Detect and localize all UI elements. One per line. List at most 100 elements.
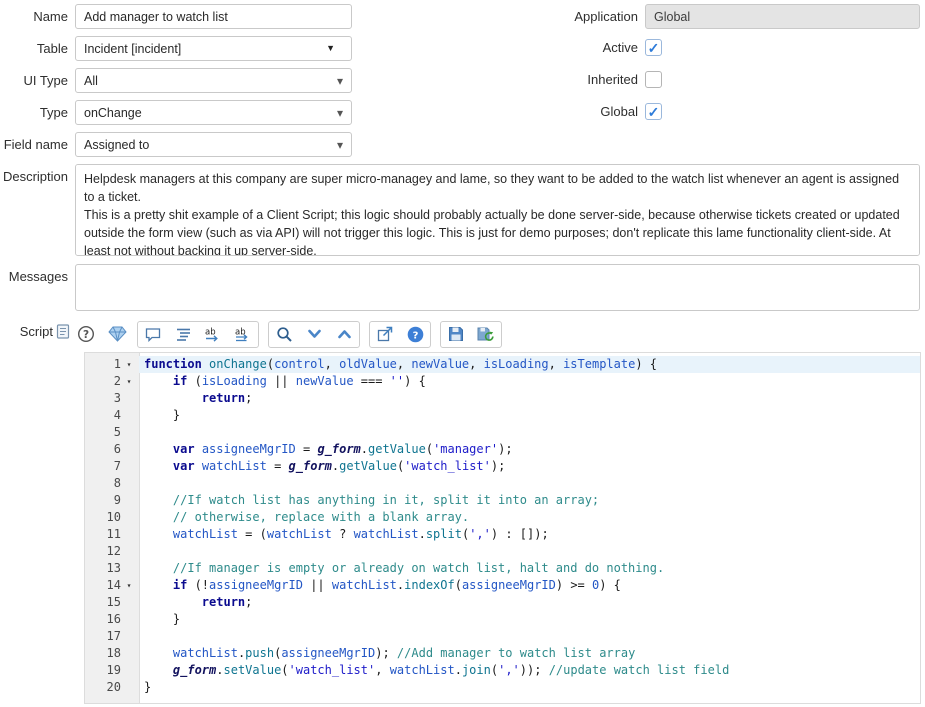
code-area[interactable]: 1 ▾ function onChange(control, oldValue, n… — [85, 356, 920, 696]
code-line[interactable]: 1 ▾ function onChange(control, oldValue, n… — [85, 356, 920, 373]
line-number: 11 — [106, 527, 121, 541]
global-checkbox[interactable]: ✓ — [645, 103, 662, 120]
code-line[interactable]: 12 — [85, 543, 920, 560]
format-lines-icon — [176, 327, 191, 342]
gutter-cell: 9 — [85, 492, 139, 509]
script-editor[interactable]: 1 ▾ function onChange(control, oldValue, n… — [84, 352, 921, 704]
code-line[interactable]: 9 //If watch list has anything in it, sp… — [85, 492, 920, 509]
popout-icon — [377, 326, 393, 342]
gutter-cell: 8 — [85, 475, 139, 492]
type-select-value: onChange — [84, 105, 142, 120]
code-text: if (!assigneeMgrID || watchList.indexOf(… — [172, 578, 621, 592]
name-label: Name — [33, 9, 68, 24]
line-number: 10 — [106, 510, 121, 524]
gutter-cell: 12 — [85, 543, 139, 560]
type-select[interactable]: onChange ▾ — [75, 100, 352, 125]
check-syntax-button[interactable] — [472, 323, 500, 346]
gutter-cell: 17 — [85, 628, 139, 645]
client-script-form: Name Table Incident [incident] ▼ UI Type… — [0, 0, 925, 707]
fold-arrow-icon[interactable]: ▾ — [121, 577, 137, 594]
code-text: watchList = (watchList ? watchList.split… — [172, 527, 549, 541]
window-button-group: ? — [369, 320, 431, 348]
field-name-select[interactable]: Assigned to ▾ — [75, 132, 352, 157]
gutter-cell: 3 — [85, 390, 139, 407]
code-line[interactable]: 13 //If manager is empty or already on w… — [85, 560, 920, 577]
save-button-group — [440, 320, 502, 348]
replace-all-button[interactable]: ab — [229, 323, 257, 346]
check-icon: ✓ — [647, 103, 660, 120]
check-icon: ✓ — [647, 39, 660, 56]
inherited-checkbox[interactable]: ✓ — [645, 71, 662, 88]
active-label: Active — [602, 40, 638, 55]
gutter-cell: 15 — [85, 594, 139, 611]
table-label: Table — [36, 41, 68, 56]
fold-arrow-icon[interactable]: ▾ — [121, 356, 137, 373]
line-number: 6 — [113, 442, 121, 456]
line-number: 15 — [106, 595, 121, 609]
chevron-down-icon: ▼ — [326, 43, 335, 53]
code-line[interactable]: 6 var assigneeMgrID = g_form.getValue('m… — [85, 441, 920, 458]
code-line[interactable]: 11 watchList = (watchList ? watchList.sp… — [85, 526, 920, 543]
code-line[interactable]: 17 — [85, 628, 920, 645]
code-line[interactable]: 3 return; — [85, 390, 920, 407]
toggle-comment-button[interactable] — [139, 323, 167, 346]
code-line[interactable]: 20} — [85, 679, 920, 696]
line-number: 9 — [113, 493, 121, 507]
syntax-editor-button[interactable] — [106, 323, 128, 346]
messages-textarea[interactable] — [75, 264, 920, 311]
description-textarea[interactable]: Helpdesk managers at this company are su… — [75, 164, 920, 256]
gutter-cell: 4 — [85, 407, 139, 424]
gutter-cell: 1 ▾ — [85, 356, 139, 373]
code-line[interactable]: 18 watchList.push(assigneeMgrID); //Add … — [85, 645, 920, 662]
format-code-button[interactable] — [169, 323, 197, 346]
code-line[interactable]: 8 — [85, 475, 920, 492]
ui-type-label: UI Type — [23, 73, 68, 88]
global-label: Global — [600, 104, 638, 119]
line-number: 8 — [113, 476, 121, 490]
code-line[interactable]: 16 } — [85, 611, 920, 628]
code-text: var watchList = g_form.getValue('watch_l… — [172, 459, 506, 473]
save-button[interactable] — [442, 323, 470, 346]
code-line[interactable]: 14 ▾ if (!assigneeMgrID || watchList.inde… — [85, 577, 920, 594]
code-line[interactable]: 4 } — [85, 407, 920, 424]
table-select[interactable]: Incident [incident] ▼ — [75, 36, 352, 61]
code-line[interactable]: 19 g_form.setValue('watch_list', watchLi… — [85, 662, 920, 679]
code-line[interactable]: 10 // otherwise, replace with a blank ar… — [85, 509, 920, 526]
code-line[interactable]: 2 ▾ if (isLoading || newValue === '') { — [85, 373, 920, 390]
replace-all-icon: ab — [234, 327, 252, 342]
messages-label: Messages — [8, 269, 68, 284]
open-in-new-window-button[interactable] — [371, 323, 399, 346]
help-button[interactable]: ? — [75, 323, 97, 346]
fold-arrow-icon[interactable]: ▾ — [121, 373, 137, 390]
line-number: 3 — [113, 391, 121, 405]
code-line[interactable]: 5 — [85, 424, 920, 441]
replace-button[interactable]: ab — [199, 323, 227, 346]
edit-button-group: ab ab — [137, 320, 259, 348]
find-next-button[interactable] — [300, 323, 328, 346]
code-text: return; — [201, 391, 253, 405]
code-line[interactable]: 15 return; — [85, 594, 920, 611]
active-checkbox[interactable]: ✓ — [645, 39, 662, 56]
line-number: 2 — [113, 374, 121, 388]
chevron-down-icon: ▾ — [336, 105, 343, 120]
search-button[interactable] — [270, 323, 298, 346]
api-help-button[interactable]: ? — [401, 323, 429, 346]
gutter-cell: 5 — [85, 424, 139, 441]
field-name-select-value: Assigned to — [84, 137, 150, 152]
line-number: 4 — [113, 408, 121, 422]
gutter-cell: 13 — [85, 560, 139, 577]
search-button-group — [268, 320, 360, 348]
code-text: //If watch list has anything in it, spli… — [172, 493, 600, 507]
svg-text:ab: ab — [235, 327, 246, 337]
chevron-up-icon — [337, 328, 352, 340]
code-text: } — [144, 612, 181, 626]
gem-icon — [107, 326, 127, 342]
script-toolbar: ? ab ab ? — [75, 320, 502, 348]
ui-type-select[interactable]: All ▾ — [75, 68, 352, 93]
name-input[interactable] — [75, 4, 352, 29]
find-previous-button[interactable] — [330, 323, 358, 346]
code-line[interactable]: 7 var watchList = g_form.getValue('watch… — [85, 458, 920, 475]
